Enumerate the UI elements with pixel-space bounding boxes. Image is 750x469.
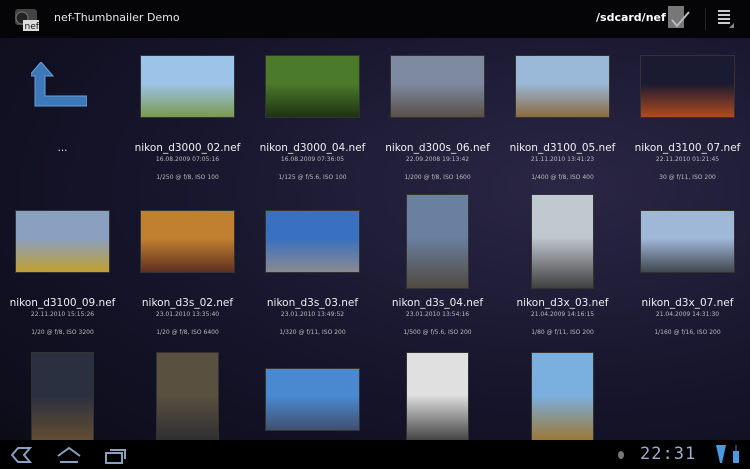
file-exposure: 30 @ f/11, ISO 200 bbox=[659, 174, 716, 181]
recent-apps-icon[interactable] bbox=[104, 446, 128, 464]
app-title: nef-Thumbnailer Demo bbox=[54, 11, 180, 24]
file-grid: ... nikon_d3000_02.nef 16.08.2009 07:05:1… bbox=[0, 38, 750, 440]
file-date: 22.09.2008 19:13:42 bbox=[405, 156, 470, 163]
current-path[interactable]: /sdcard/nef bbox=[596, 11, 666, 24]
file-date: 23.01.2010 13:35:40 bbox=[155, 311, 220, 318]
file-name: nikon_d3x_07.nef bbox=[641, 297, 734, 309]
clock: 22:31 bbox=[640, 444, 697, 464]
file-name: nikon_d300s_06.nef bbox=[385, 142, 490, 154]
action-bar: nef nef-Thumbnailer Demo /sdcard/nef bbox=[0, 0, 750, 38]
file-item[interactable]: nikon_d3x_07.nef 21.04.2009 14:31:30 1/160… bbox=[625, 193, 750, 343]
file-item[interactable]: nikon_d3100_05.nef 21.11.2010 13:41:23 1/4… bbox=[500, 38, 625, 188]
file-exposure: 1/125 @ f/5.6, ISO 100 bbox=[278, 174, 347, 181]
thumbnail-image bbox=[515, 55, 610, 118]
file-date: 16.08.2009 07:05:16 bbox=[155, 156, 220, 163]
thumbnail-image bbox=[640, 210, 735, 273]
file-item[interactable]: nikon_d3000_02.nef 16.08.2009 07:05:16 1/2… bbox=[125, 38, 250, 188]
up-directory-label: ... bbox=[57, 142, 68, 154]
up-directory-item[interactable]: ... bbox=[0, 38, 125, 168]
thumbnail-image bbox=[31, 352, 94, 440]
file-item[interactable]: nikon_d3s_03.nef 23.01.2010 13:49:52 1/320… bbox=[250, 193, 375, 343]
file-name: nikon_d3100_09.nef bbox=[9, 297, 116, 309]
thumbnail-image bbox=[531, 352, 594, 440]
home-icon[interactable] bbox=[56, 446, 82, 464]
divider bbox=[705, 8, 706, 30]
file-item[interactable] bbox=[500, 351, 625, 440]
file-date: 21.04.2009 14:16:15 bbox=[530, 311, 595, 318]
file-date: 23.01.2010 13:54:16 bbox=[405, 311, 470, 318]
thumbnail-image bbox=[265, 368, 360, 431]
thumbnail-image bbox=[265, 210, 360, 273]
file-name: nikon_d3000_02.nef bbox=[134, 142, 241, 154]
file-name: nikon_d3100_05.nef bbox=[509, 142, 616, 154]
file-item[interactable] bbox=[250, 351, 375, 440]
file-date: 21.04.2009 14:31:30 bbox=[655, 311, 720, 318]
file-item[interactable]: nikon_d3100_07.nef 22.11.2010 01:21:45 30 … bbox=[625, 38, 750, 188]
file-exposure: 1/400 @ f/8, ISO 400 bbox=[531, 174, 594, 181]
file-date: 21.11.2010 13:41:23 bbox=[530, 156, 595, 163]
wifi-icon bbox=[716, 445, 726, 463]
overflow-menu-icon[interactable] bbox=[717, 8, 734, 28]
back-icon[interactable] bbox=[10, 446, 34, 464]
file-name: nikon_d3100_07.nef bbox=[634, 142, 741, 154]
file-item[interactable]: nikon_d3100_09.nef 22.11.2010 15:15:26 1/2… bbox=[0, 193, 125, 343]
file-exposure: 1/320 @ f/11, ISO 200 bbox=[279, 329, 346, 336]
thumbnail-image bbox=[406, 352, 469, 440]
file-date: 23.01.2010 13:49:52 bbox=[280, 311, 345, 318]
file-name: nikon_d3s_03.nef bbox=[266, 297, 359, 309]
file-exposure: 1/20 @ f/8, ISO 3200 bbox=[31, 329, 94, 336]
file-name: nikon_d3s_04.nef bbox=[391, 297, 484, 309]
battery-icon bbox=[733, 445, 739, 463]
file-item[interactable]: nikon_d3000_04.nef 16.08.2009 07:36:05 1/1… bbox=[250, 38, 375, 188]
file-item[interactable]: nikon_d300s_06.nef 22.09.2008 19:13:42 1/2… bbox=[375, 38, 500, 188]
file-date: 16.08.2009 07:36:05 bbox=[280, 156, 345, 163]
file-item[interactable]: nikon_d3x_03.nef 21.04.2009 14:16:15 1/80 … bbox=[500, 193, 625, 343]
file-date: 22.11.2010 01:21:45 bbox=[655, 156, 720, 163]
file-exposure: 1/160 @ f/16, ISO 200 bbox=[654, 329, 721, 336]
app-nef-camera-icon[interactable]: nef bbox=[12, 5, 40, 32]
file-name: nikon_d3x_03.nef bbox=[516, 297, 609, 309]
file-exposure: 1/250 @ f/8, ISO 100 bbox=[156, 174, 219, 181]
thumbnail-image bbox=[140, 55, 235, 118]
thumbnail-image bbox=[140, 210, 235, 273]
thumbnail-image bbox=[156, 352, 219, 440]
file-exposure: 1/500 @ f/5.6, ISO 200 bbox=[403, 329, 472, 336]
file-item[interactable] bbox=[125, 351, 250, 440]
file-exposure: 1/80 @ f/11, ISO 200 bbox=[531, 329, 594, 336]
thumbnail-image bbox=[390, 55, 485, 118]
file-exposure: 1/200 @ f/8, ISO 1600 bbox=[404, 174, 471, 181]
select-check-icon[interactable] bbox=[668, 6, 690, 30]
file-item[interactable]: nikon_d3s_04.nef 23.01.2010 13:54:16 1/500… bbox=[375, 193, 500, 343]
thumbnail-image bbox=[531, 194, 594, 289]
file-item[interactable] bbox=[0, 351, 125, 440]
system-bar: 22:31 bbox=[0, 440, 750, 469]
file-date: 22.11.2010 15:15:26 bbox=[30, 311, 95, 318]
file-item[interactable]: nikon_d3s_02.nef 23.01.2010 13:35:40 1/20 … bbox=[125, 193, 250, 343]
thumbnail-image bbox=[406, 194, 469, 289]
file-item[interactable] bbox=[375, 351, 500, 440]
thumbnail-image bbox=[640, 55, 735, 118]
file-name: nikon_d3000_04.nef bbox=[259, 142, 366, 154]
usb-debug-icon bbox=[618, 451, 624, 459]
thumbnail-image bbox=[265, 55, 360, 118]
file-exposure: 1/20 @ f/8, ISO 6400 bbox=[156, 329, 219, 336]
thumbnail-image bbox=[15, 210, 110, 273]
up-arrow-icon bbox=[31, 62, 87, 107]
svg-text:nef: nef bbox=[25, 22, 40, 32]
file-name: nikon_d3s_02.nef bbox=[141, 297, 234, 309]
